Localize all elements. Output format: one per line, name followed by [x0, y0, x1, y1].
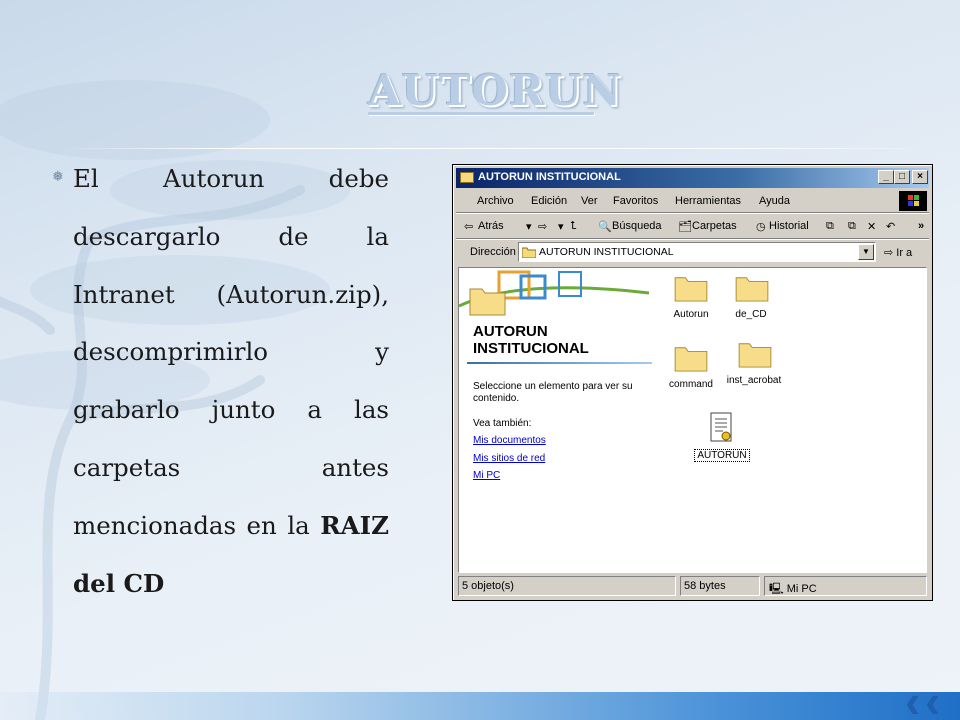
folder-icon: [674, 347, 708, 372]
toolbar-separator: [456, 212, 929, 214]
item-label: inst_acrobat: [726, 375, 782, 386]
up-folder-button[interactable]: ⮤: [570, 220, 577, 233]
history-icon: ◷: [756, 221, 766, 233]
window-titlebar[interactable]: AUTORUN INSTITUCIONAL: [456, 168, 929, 188]
folder-content-pane[interactable]: AUTORUN INSTITUCIONAL Seleccione un elem…: [458, 267, 927, 573]
folders-button[interactable]: Carpetas: [692, 220, 737, 232]
link-mis-documentos[interactable]: Mis documentos: [473, 435, 546, 446]
address-separator: [456, 238, 929, 240]
panel-prompt: Seleccione un elemento para ver su conte…: [473, 381, 633, 404]
panel-heading-line1: AUTORUN: [473, 323, 548, 340]
standard-toolbar: ⇦ Atrás ▾ ⇨ ▾ ⮤ 🔍 Búsqueda 🗂 Carpetas ◷ …: [456, 215, 929, 237]
go-button[interactable]: ⇨ Ir a: [884, 246, 912, 259]
panel-divider: [467, 362, 652, 364]
go-label: Ir a: [896, 247, 913, 259]
bullet-text: El Autorun debe descargarlo de la Intran…: [73, 164, 389, 540]
history-button[interactable]: Historial: [769, 220, 809, 232]
menu-ver[interactable]: Ver: [581, 195, 598, 207]
status-bar: 5 objeto(s) 58 bytes 🖳 Mi PC: [456, 576, 929, 596]
computer-icon: 🖳: [769, 583, 784, 595]
forward-dropdown-icon[interactable]: ▾: [558, 220, 564, 233]
folder-icon: [460, 172, 474, 183]
panel-heading: AUTORUN INSTITUCIONAL: [473, 323, 589, 357]
folder-icon: [674, 277, 708, 302]
menu-favoritos[interactable]: Favoritos: [613, 195, 658, 207]
folders-icon: 🗂: [678, 221, 692, 233]
item-label: AUTORUN: [682, 449, 762, 462]
search-button[interactable]: Búsqueda: [612, 220, 662, 232]
window-title: AUTORUN INSTITUCIONAL: [478, 171, 621, 183]
bullet-icon: ❅: [52, 168, 64, 184]
maximize-button[interactable]: □: [894, 170, 910, 184]
explorer-window: AUTORUN INSTITUCIONAL _ □ × Archivo Edic…: [452, 164, 933, 601]
folder-icon: [738, 343, 772, 368]
move-to-icon[interactable]: ⧉: [826, 220, 834, 233]
address-bar: Dirección AUTORUN INSTITUCIONAL ▼ ⇨ Ir a: [456, 241, 929, 263]
search-icon: 🔍: [598, 221, 612, 233]
address-dropdown-button[interactable]: ▼: [858, 244, 874, 260]
close-button[interactable]: ×: [912, 170, 928, 184]
delete-icon[interactable]: ✕: [867, 220, 876, 233]
back-dropdown-icon[interactable]: ▾: [526, 220, 532, 233]
back-button[interactable]: Atrás: [478, 220, 504, 232]
menu-archivo[interactable]: Archivo: [477, 195, 514, 207]
bullet-paragraph: El Autorun debe descargarlo de la Intran…: [73, 150, 389, 612]
menu-bar: Archivo Edición Ver Favoritos Herramient…: [456, 191, 929, 211]
go-arrow-icon: ⇨: [884, 247, 894, 259]
panel-heading-line2: INSTITUCIONAL: [473, 340, 589, 357]
menu-edicion[interactable]: Edición: [531, 195, 567, 207]
link-mis-sitios-de-red[interactable]: Mis sitios de red: [473, 453, 545, 464]
status-objects: 5 objeto(s): [458, 576, 676, 596]
folder-icon: [522, 247, 536, 258]
status-location: Mi PC: [786, 583, 817, 595]
link-mi-pc[interactable]: Mi PC: [473, 470, 500, 481]
windows-logo-icon: [899, 191, 927, 211]
title-underline: [368, 112, 594, 115]
copy-to-icon[interactable]: ⧉: [848, 220, 856, 233]
undo-icon[interactable]: ↶: [886, 220, 895, 233]
folder-icon: [735, 277, 769, 302]
status-size: 58 bytes: [680, 576, 760, 596]
status-location-box: 🖳 Mi PC: [764, 576, 927, 596]
address-field[interactable]: AUTORUN INSTITUCIONAL ▼: [518, 242, 876, 262]
forward-button[interactable]: ⇨: [538, 220, 547, 233]
slide-title: AUTORUN: [368, 66, 622, 115]
back-arrow-icon: ⇦: [464, 221, 474, 233]
item-label: de_CD: [735, 309, 767, 320]
folder-icon: [469, 288, 506, 316]
menu-herramientas[interactable]: Herramientas: [675, 195, 741, 207]
chevron-left-icon: ‹: [925, 675, 941, 720]
address-label: Dirección: [470, 246, 516, 258]
item-label-text: AUTORUN: [694, 449, 750, 462]
menu-ayuda[interactable]: Ayuda: [759, 195, 790, 207]
see-also-label: Vea también:: [473, 418, 532, 429]
footer-bar: [0, 692, 960, 720]
toolbar-more-button[interactable]: »: [918, 220, 924, 232]
minimize-button[interactable]: _: [878, 170, 894, 184]
settings-file-icon: [710, 412, 732, 442]
chevron-left-icon: ‹: [905, 675, 921, 720]
header-divider: [60, 148, 910, 149]
address-value: AUTORUN INSTITUCIONAL: [539, 246, 674, 258]
